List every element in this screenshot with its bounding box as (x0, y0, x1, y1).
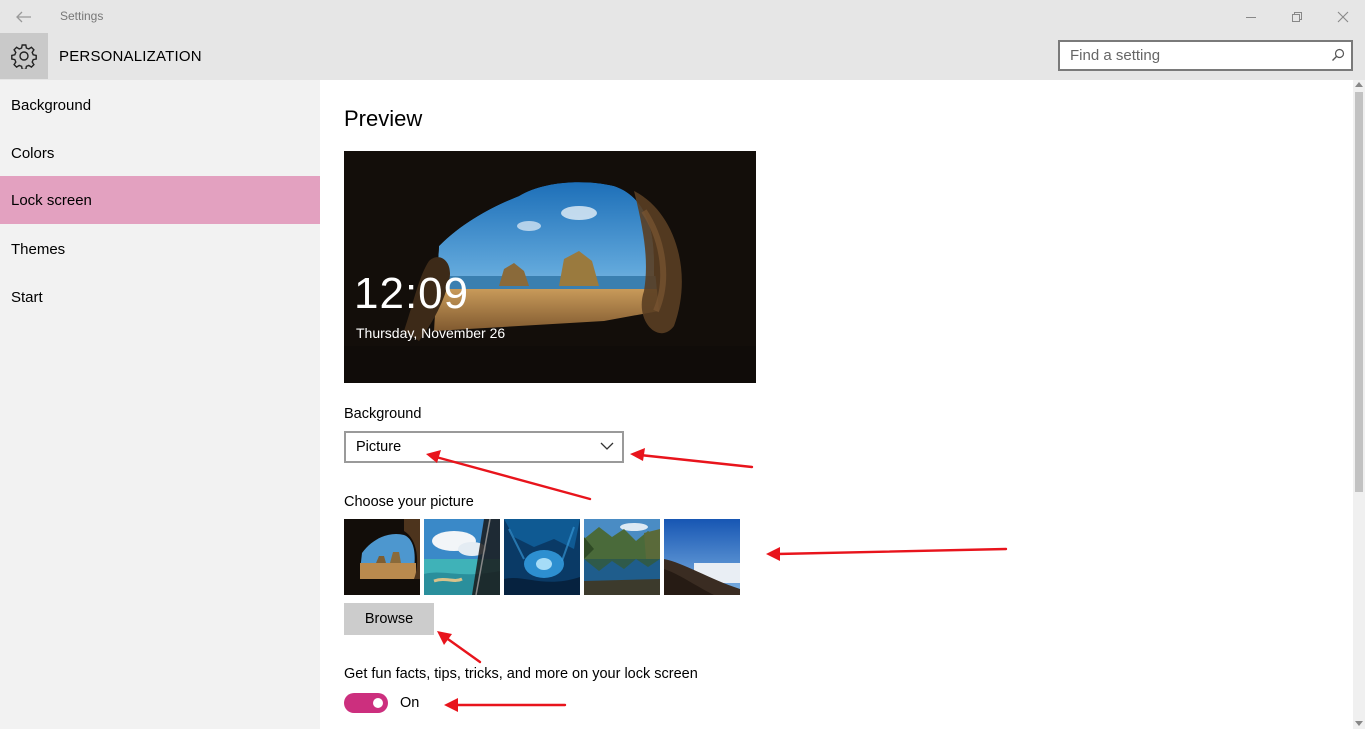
close-button[interactable] (1320, 0, 1365, 33)
back-button[interactable] (0, 0, 48, 33)
preview-title: Preview (344, 106, 423, 131)
close-icon (1337, 11, 1349, 22)
thumbnail-cave-beach[interactable] (344, 519, 420, 595)
sidebar-item-colors[interactable]: Colors (0, 129, 320, 177)
scroll-thumb[interactable] (1355, 92, 1363, 492)
toggle-knob (373, 698, 383, 708)
mountain-lake-picture (584, 519, 660, 595)
home-button[interactable] (0, 33, 48, 79)
sidebar-item-themes[interactable]: Themes (0, 225, 320, 273)
restore-button[interactable] (1274, 0, 1320, 33)
minimize-icon (1246, 16, 1256, 18)
thumbnail-hillside-sky[interactable] (664, 519, 740, 595)
search-input[interactable] (1060, 42, 1320, 69)
hillside-sky-picture (664, 519, 740, 595)
fun-facts-toggle[interactable] (344, 693, 388, 713)
background-dropdown[interactable]: Picture (344, 431, 624, 463)
sidebar-item-lock-screen[interactable]: Lock screen (0, 176, 320, 224)
page-header: PERSONALIZATION (0, 33, 1365, 80)
restore-icon (1292, 11, 1302, 22)
preview-date: Thursday, November 26 (356, 325, 506, 341)
sidebar: Background Colors Lock screen Themes Sta… (0, 80, 320, 729)
sidebar-item-background[interactable]: Background (0, 81, 320, 129)
title-bar: Settings (0, 0, 1365, 33)
search-box[interactable] (1058, 40, 1353, 71)
cave-beach-picture (344, 151, 756, 383)
scroll-down-icon[interactable] (1355, 721, 1363, 726)
search-icon[interactable] (1331, 48, 1345, 62)
fun-facts-label: Get fun facts, tips, tricks, and more on… (344, 666, 698, 682)
sidebar-item-label: Start (11, 288, 43, 306)
scroll-up-icon[interactable] (1355, 82, 1363, 87)
sidebar-item-label: Background (11, 96, 92, 114)
thumbnail-mountain-lake[interactable] (584, 519, 660, 595)
sidebar-item-start[interactable]: Start (0, 273, 320, 321)
main-content: Preview 12:09 Thursday, November 26 Back… (320, 80, 1353, 729)
back-arrow-icon (16, 11, 31, 22)
thumbnail-ice-cave[interactable] (504, 519, 580, 595)
choose-picture-label: Choose your picture (344, 494, 474, 510)
background-label: Background (344, 406, 422, 422)
gear-icon (11, 44, 37, 69)
browse-button[interactable]: Browse (344, 603, 434, 635)
sidebar-item-label: Colors (11, 144, 55, 162)
section-title: PERSONALIZATION (59, 48, 202, 65)
fun-facts-state: On (400, 695, 420, 711)
thumbnail-aerial-coast[interactable] (424, 519, 500, 595)
minimize-button[interactable] (1228, 0, 1274, 33)
lock-screen-preview: 12:09 Thursday, November 26 (344, 151, 756, 383)
sidebar-item-label: Lock screen (11, 191, 92, 209)
aerial-coast-picture (424, 519, 500, 595)
sidebar-item-label: Themes (11, 240, 66, 258)
ice-cave-picture (504, 519, 580, 595)
cave-beach-picture (344, 519, 420, 595)
app-title: Settings (60, 9, 104, 23)
main-scrollbar[interactable] (1353, 80, 1365, 729)
background-dropdown-value: Picture (356, 439, 402, 455)
chevron-down-icon (600, 442, 614, 450)
preview-clock: 12:09 (354, 269, 470, 318)
